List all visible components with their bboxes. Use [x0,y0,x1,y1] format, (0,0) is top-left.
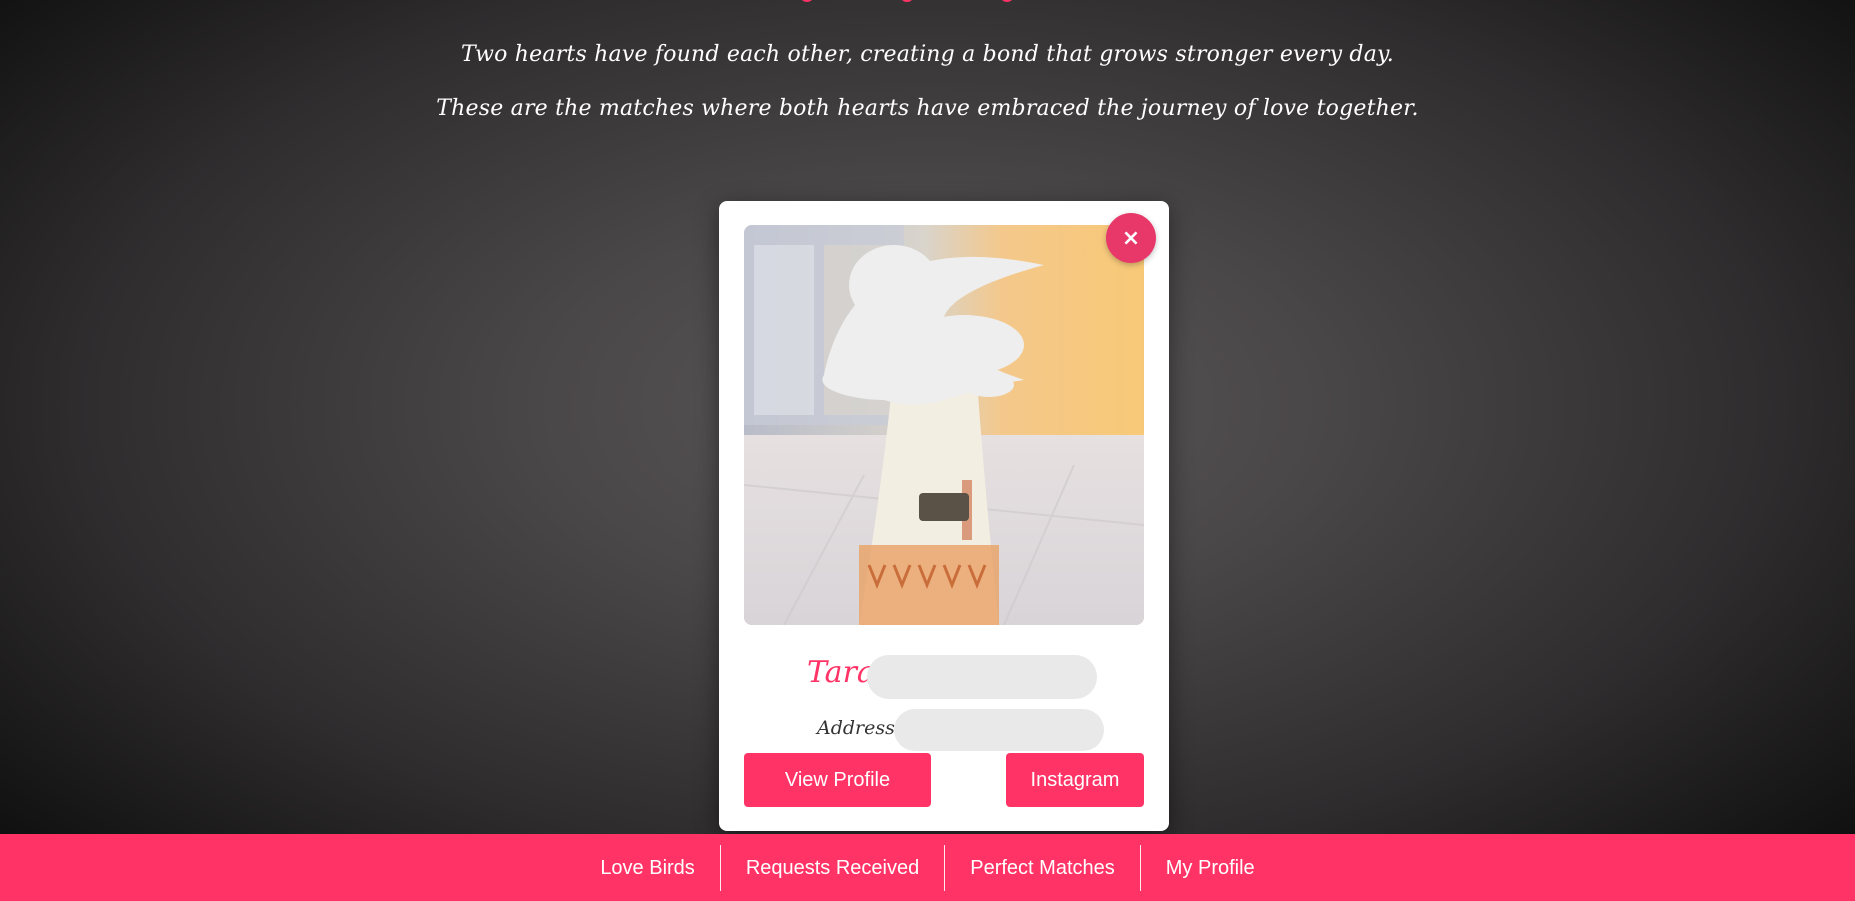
close-icon: × [1121,225,1141,251]
nav-item-requests-received[interactable]: Requests Received [721,845,944,891]
nav-item-perfect-matches[interactable]: Perfect Matches [945,845,1140,891]
intro-line-2: These are the matches where both hearts … [436,96,1419,121]
bottom-nav: Love Birds Requests Received Perfect Mat… [0,834,1855,901]
header-decoration [800,0,1020,4]
intro-line-1: Two hearts have found each other, creati… [461,42,1394,67]
profile-photo [744,225,1144,625]
match-name-row: Tara [719,651,1169,701]
close-button[interactable]: × [1106,213,1156,263]
match-name: Tara [807,655,875,690]
nav-item-my-profile[interactable]: My Profile [1141,845,1280,891]
view-profile-button[interactable]: View Profile [744,753,931,807]
match-card: × Tara Address: N View Profile Instagram [719,201,1169,831]
nav-item-love-birds[interactable]: Love Birds [575,845,720,891]
match-address-row: Address: N [719,709,1169,751]
address-redaction [894,709,1104,751]
name-redaction [867,655,1097,699]
instagram-button[interactable]: Instagram [1006,753,1144,807]
